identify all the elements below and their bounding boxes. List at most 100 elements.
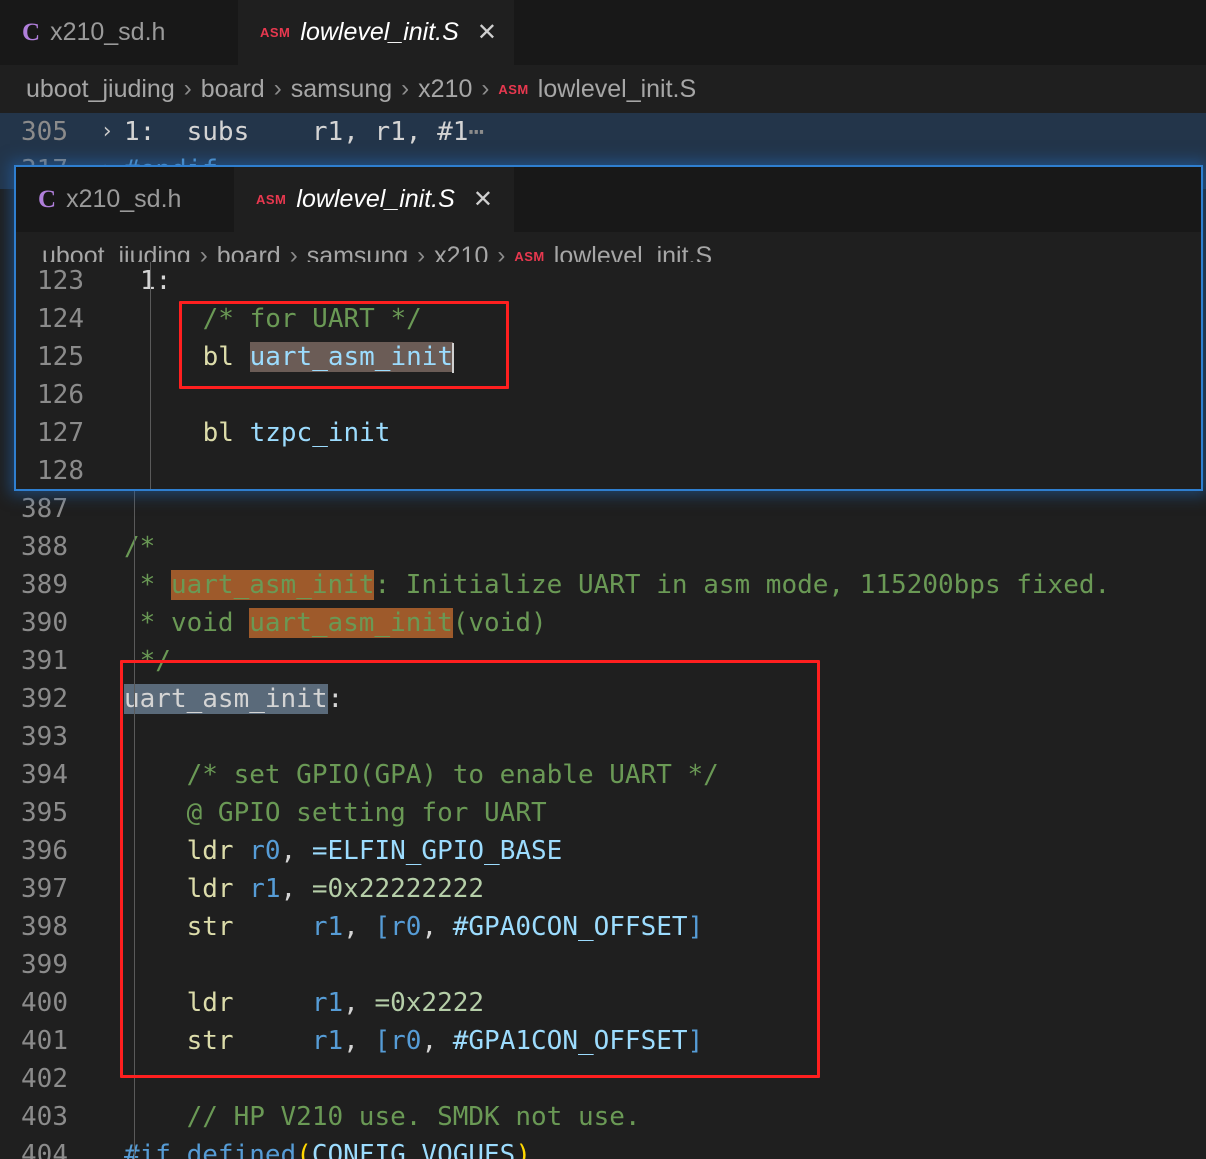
code-line[interactable]: 402 <box>0 1060 1206 1098</box>
line-number: 390 <box>21 608 68 638</box>
indent-guide <box>134 680 135 718</box>
code-line[interactable]: 391 */ <box>0 642 1206 680</box>
tab-label: x210_sd.h <box>50 18 166 46</box>
code-line[interactable]: 395 @ GPIO setting for UART <box>0 794 1206 832</box>
nested-editor-panel[interactable]: C x210_sd.h ASM lowlevel_init.S ✕ uboot_… <box>14 165 1203 491</box>
close-icon[interactable]: ✕ <box>473 187 493 212</box>
tab-lowlevel-init-s[interactable]: ASM lowlevel_init.S ✕ <box>234 167 514 232</box>
code-text: ldr r1, =0x22222222 <box>122 870 484 908</box>
indent-guide <box>134 528 135 566</box>
indent-guide <box>150 338 151 376</box>
code-token: /* <box>124 532 156 562</box>
outer-code-area[interactable]: 305›1: subs r1, r1, #1⋯317›#endif⋯ <box>0 113 1206 189</box>
code-line[interactable]: 398 str r1, [r0, #GPA0CON_OFFSET] <box>0 908 1206 946</box>
tab-label: lowlevel_init.S <box>300 18 459 46</box>
code-token: , <box>343 1026 375 1056</box>
chevron-right-icon: › <box>401 75 410 102</box>
indent-guide <box>134 718 135 756</box>
code-line[interactable]: 387 <box>0 490 1206 528</box>
code-line[interactable]: 401 str r1, [r0, #GPA1CON_OFFSET] <box>0 1022 1206 1060</box>
code-token: , <box>421 912 453 942</box>
code-line[interactable]: 392 uart_asm_init: <box>0 680 1206 718</box>
code-token: r0 <box>390 1026 422 1056</box>
indent-guide <box>134 566 135 604</box>
breadcrumb-item-1[interactable]: board <box>201 75 265 104</box>
line-number: 400 <box>21 988 68 1018</box>
c-file-icon: C <box>22 18 41 46</box>
highlighted-token: uart_asm_init <box>249 608 453 638</box>
code-text: /* for UART */ <box>138 300 422 338</box>
code-line[interactable]: 305 › 1: subs r1, r1, #1⋯ <box>0 113 1206 151</box>
code-line[interactable]: 390 * void uart_asm_init(void) <box>0 604 1206 642</box>
code-text: str r1, [r0, #GPA0CON_OFFSET] <box>122 908 704 946</box>
indent-guide <box>134 490 135 528</box>
indent-guide <box>150 300 151 338</box>
code-line[interactable]: 123 1: <box>16 262 1201 300</box>
code-text: #if defined(CONFIG_VOGUES) <box>122 1136 531 1159</box>
code-line[interactable]: 388 /* <box>0 528 1206 566</box>
indent-guide <box>134 832 135 870</box>
breadcrumb-item-2[interactable]: samsung <box>291 75 392 104</box>
code-token: ( <box>296 1140 312 1159</box>
tab-label: lowlevel_init.S <box>296 185 455 213</box>
text-caret <box>452 342 455 373</box>
code-token: =0x2222 <box>374 988 485 1018</box>
code-line[interactable]: 126 <box>16 376 1201 414</box>
code-token: #if defined <box>124 1140 297 1159</box>
breadcrumb-file[interactable]: lowlevel_init.S <box>538 75 696 104</box>
code-text: bl uart_asm_init <box>138 338 455 376</box>
code-line[interactable]: 128 <box>16 452 1201 489</box>
line-number: 402 <box>21 1064 68 1094</box>
code-line[interactable]: 403 // HP V210 use. SMDK not use. <box>0 1098 1206 1136</box>
code-line[interactable]: 124 /* for UART */ <box>16 300 1201 338</box>
tab-x210-sd-h[interactable]: C x210_sd.h <box>0 0 238 65</box>
highlighted-token: uart_asm_init <box>170 570 375 600</box>
indent-guide <box>134 1060 135 1098</box>
tab-x210-sd-h[interactable]: C x210_sd.h <box>16 167 234 232</box>
indent-guide <box>134 1136 135 1159</box>
line-number: 126 <box>37 380 84 410</box>
code-token: /* for UART */ <box>140 304 422 334</box>
code-line[interactable]: 396 ldr r0, =ELFIN_GPIO_BASE <box>0 832 1206 870</box>
main-code-area[interactable]: 387 388/* 389 * uart_asm_init: Initialize … <box>0 490 1206 1159</box>
line-number: 124 <box>37 304 84 334</box>
code-token: ldr <box>124 874 250 904</box>
fold-chevron-icon[interactable]: › <box>92 113 122 151</box>
breadcrumb-item-3[interactable]: x210 <box>418 75 472 104</box>
code-text: */ <box>122 642 171 680</box>
code-token: , <box>343 912 375 942</box>
code-text: /* <box>122 528 155 566</box>
code-line[interactable]: 125 bl uart_asm_init <box>16 338 1201 376</box>
code-line[interactable]: 127 bl tzpc_init <box>16 414 1201 452</box>
code-line[interactable]: 404 #if defined(CONFIG_VOGUES) <box>0 1136 1206 1159</box>
code-token: r1 <box>311 912 344 942</box>
code-line[interactable]: 394 /* set GPIO(GPA) to enable UART */ <box>0 756 1206 794</box>
code-token: , <box>343 988 375 1018</box>
breadcrumb-item-0[interactable]: uboot_jiuding <box>26 75 175 104</box>
code-line[interactable]: 389 * uart_asm_init: Initialize UART in … <box>0 566 1206 604</box>
code-line[interactable]: 397 ldr r1, =0x22222222 <box>0 870 1206 908</box>
inner-code-area[interactable]: 123 1: 124 /* for UART */125 bl uart_asm_i… <box>16 262 1201 489</box>
line-number: 391 <box>21 646 68 676</box>
code-token: ] <box>687 912 704 942</box>
code-token: */ <box>124 646 171 676</box>
code-text: 1: subs r1, r1, #1⋯ <box>122 113 484 151</box>
code-token: #GPA0CON_OFFSET <box>452 912 688 942</box>
tab-lowlevel-init-s[interactable]: ASM lowlevel_init.S ✕ <box>238 0 514 65</box>
close-icon[interactable]: ✕ <box>477 20 497 45</box>
code-token: bl <box>140 342 250 372</box>
code-line[interactable]: 393 <box>0 718 1206 756</box>
code-token: @ GPIO setting for UART <box>124 798 547 828</box>
line-number: 398 <box>21 912 68 942</box>
line-number: 125 <box>37 342 84 372</box>
line-number: 403 <box>21 1102 68 1132</box>
indent-guide <box>150 376 151 414</box>
line-number: 127 <box>37 418 84 448</box>
code-line[interactable]: 399 <box>0 946 1206 984</box>
code-token: r1 <box>311 988 344 1018</box>
code-line[interactable]: 400 ldr r1, =0x2222 <box>0 984 1206 1022</box>
code-token: ldr <box>124 988 312 1018</box>
code-text: ldr r1, =0x2222 <box>122 984 484 1022</box>
code-token: , <box>421 1026 453 1056</box>
indent-guide <box>134 1098 135 1136</box>
